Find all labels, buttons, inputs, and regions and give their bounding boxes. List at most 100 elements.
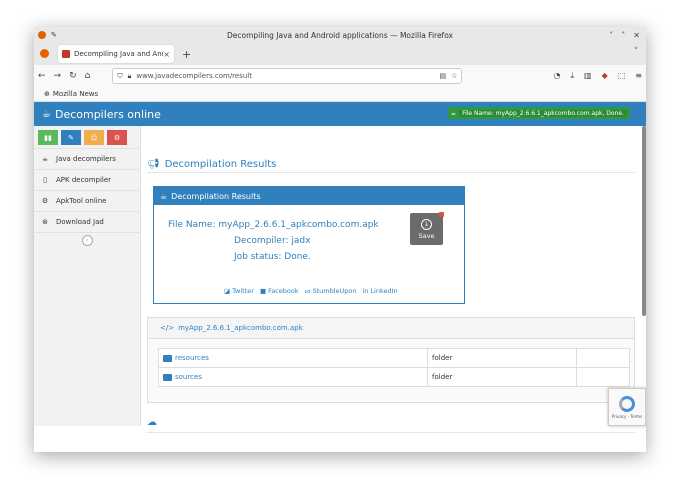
share-twitter-label: Twitter <box>232 287 254 295</box>
recaptcha-icon <box>619 395 635 412</box>
window-title: Decompiling Java and Android application… <box>226 30 453 40</box>
list-all-tabs-button[interactable]: ˅ <box>634 47 639 57</box>
file-extra-cell <box>576 348 630 368</box>
table-row[interactable]: resources folder <box>158 348 630 368</box>
sidebar-item-label: APK decompiler <box>56 176 112 184</box>
files-panel: </> myApp_2.6.6.1_apkcombo.com.apk resou… <box>147 317 635 403</box>
table-row[interactable]: sources folder <box>158 367 630 387</box>
navigation-toolbar: ← → ↻ ⌂ ⛉ 🔒︎ www.javadecompilers.com/res… <box>34 65 646 87</box>
file-extra-cell <box>576 367 630 387</box>
extension-icon[interactable]: ◆ <box>602 71 608 81</box>
share-stumbleupon[interactable]: ᔕ StumbleUpon <box>305 287 357 295</box>
recaptcha-badge[interactable]: Privacy - Terms <box>608 388 646 426</box>
share-linkedin-label: LinkedIn <box>370 287 398 295</box>
page-scrollbar[interactable] <box>642 126 646 316</box>
file-name[interactable]: resources <box>175 354 209 362</box>
result-header-text: Decompilation Results <box>171 191 261 201</box>
sidebar-item-label: Java decompilers <box>56 155 116 163</box>
result-panel-header: ☕︎ Decompilation Results <box>154 187 464 205</box>
file-name-cell[interactable]: sources <box>158 367 428 387</box>
downloads-icon[interactable]: ⤓ <box>570 71 574 81</box>
sidebar-item-label: Download Jad <box>56 218 104 226</box>
bookmark-mozilla-news[interactable]: Mozilla News <box>53 90 98 98</box>
coffee-cup-icon: ☕︎ <box>42 108 51 120</box>
save-button[interactable]: ↓ Save <box>410 212 444 245</box>
mobile-icon: ▯ <box>43 176 47 184</box>
page-title: 📢︎ Decompilation Results <box>147 159 635 173</box>
chart-shortcut-icon[interactable]: ▮▮ <box>38 130 58 145</box>
sidebar: ▮▮ ✎ ☺ ⚙ ☕︎ Java decompilers ▯ APK decom… <box>34 126 141 426</box>
result-decompiler: Decompiler: jadx <box>234 236 311 246</box>
reader-view-icon[interactable]: ▤ <box>439 72 446 80</box>
folder-icon <box>163 373 172 381</box>
sidebar-icon[interactable]: ▥ <box>584 71 592 81</box>
file-type-cell: folder <box>427 367 577 387</box>
sidebar-item-apk-decompiler[interactable]: ▯ APK decompiler <box>34 169 140 190</box>
bookmark-star-icon[interactable]: ☆ <box>451 72 457 80</box>
notification-badge: ☕︎ File Name: myApp_2.6.6.1_apkcombo.com… <box>447 107 630 119</box>
close-window-button[interactable]: ✕ <box>633 31 640 40</box>
share-twitter[interactable]: ◪ Twitter <box>224 287 254 295</box>
forward-button[interactable]: → <box>54 71 62 81</box>
minimize-button[interactable]: ˅ <box>609 31 613 40</box>
brand-title[interactable]: Decompilers online <box>55 108 161 121</box>
file-name-cell[interactable]: resources <box>158 348 428 368</box>
page-content: ▮▮ ✎ ☺ ⚙ ☕︎ Java decompilers ▯ APK decom… <box>34 126 646 433</box>
reload-button[interactable]: ↻ <box>69 71 77 81</box>
result-file-name: File Name: myApp_2.6.6.1_apkcombo.com.ap… <box>168 220 379 230</box>
pin-icon[interactable]: ✎ <box>51 31 57 39</box>
file-name[interactable]: sources <box>175 373 202 381</box>
download-icon: ↓ <box>421 218 432 230</box>
pencil-shortcut-icon[interactable]: ✎ <box>61 130 81 145</box>
share-stumbleupon-label: StumbleUpon <box>312 287 357 295</box>
pocket-icon[interactable]: ◔ <box>553 71 560 81</box>
result-status: Job status: Done. <box>234 252 311 262</box>
files-panel-header: </> myApp_2.6.6.1_apkcombo.com.apk <box>148 318 634 339</box>
collapse-chevron-icon[interactable]: ‹ <box>81 234 93 246</box>
back-button[interactable]: ← <box>38 71 46 81</box>
tab-decompiling[interactable]: Decompiling Java and Andr × <box>58 45 174 63</box>
cogs-shortcut-icon[interactable]: ⚙ <box>107 130 127 145</box>
site-favicon-icon <box>62 50 70 58</box>
files-header-text[interactable]: myApp_2.6.6.1_apkcombo.com.apk <box>178 324 303 332</box>
share-facebook-label: Facebook <box>268 287 299 295</box>
cloud-upload-icon[interactable]: ☁ <box>147 417 157 428</box>
app-header: ☕︎ Decompilers online ☕︎ File Name: myAp… <box>34 102 646 126</box>
result-info: File Name: myApp_2.6.6.1_apkcombo.com.ap… <box>168 217 379 265</box>
tab-bar: Decompiling Java and Andr × + ˅ <box>34 43 646 65</box>
facebook-icon: ■ <box>259 287 267 295</box>
sidebar-item-apktool-online[interactable]: ⚙ ApkTool online <box>34 190 140 211</box>
recaptcha-text[interactable]: Privacy - Terms <box>612 414 642 419</box>
firefox-view-icon[interactable] <box>40 49 49 58</box>
gear-icon: ⚙ <box>41 197 49 205</box>
maximize-button[interactable]: ˄ <box>621 31 625 40</box>
new-tab-button[interactable]: + <box>182 48 191 61</box>
linkedin-icon: in <box>362 287 369 295</box>
share-linkedin[interactable]: in LinkedIn <box>363 287 398 295</box>
share-links: ◪ Twitter ■ Facebook ᔕ StumbleUpon in Linked… <box>224 287 398 295</box>
coffee-icon: ☕︎ <box>160 191 168 201</box>
users-shortcut-icon[interactable]: ☺ <box>84 130 104 145</box>
bullhorn-icon: 📢︎ <box>147 159 160 170</box>
sidebar-item-download-jad[interactable]: ⊛ Download Jad <box>34 211 140 232</box>
extensions-puzzle-icon[interactable]: ⬚ <box>618 71 626 81</box>
file-type-cell: folder <box>427 348 577 368</box>
tab-close-button[interactable]: × <box>163 50 170 59</box>
page-title-text: Decompilation Results <box>164 159 277 170</box>
menu-icon[interactable]: ≡ <box>635 71 642 81</box>
sidebar-item-java-decompilers[interactable]: ☕︎ Java decompilers <box>34 148 140 169</box>
lock-icon[interactable]: 🔒︎ <box>128 72 132 81</box>
main-area: 📢︎ Decompilation Results ☕︎ Decompilatio… <box>141 126 646 433</box>
url-text[interactable]: www.javadecompilers.com/result <box>136 72 434 80</box>
save-badge <box>439 212 444 217</box>
files-table: resources folder sources folder <box>158 348 630 387</box>
home-button[interactable]: ⌂ <box>85 71 91 81</box>
sidebar-collapse: ‹ <box>34 232 140 247</box>
url-bar[interactable]: ⛉ 🔒︎ www.javadecompilers.com/result ▤ ☆ <box>112 68 463 84</box>
shield-icon[interactable]: ⛉ <box>117 72 122 81</box>
share-facebook[interactable]: ■ Facebook <box>260 287 299 295</box>
download-circle-icon: ⊛ <box>42 218 48 226</box>
title-bar: ✎ Decompiling Java and Android applicati… <box>34 27 646 43</box>
save-label: Save <box>418 231 435 240</box>
twitter-icon: ◪ <box>224 287 231 295</box>
